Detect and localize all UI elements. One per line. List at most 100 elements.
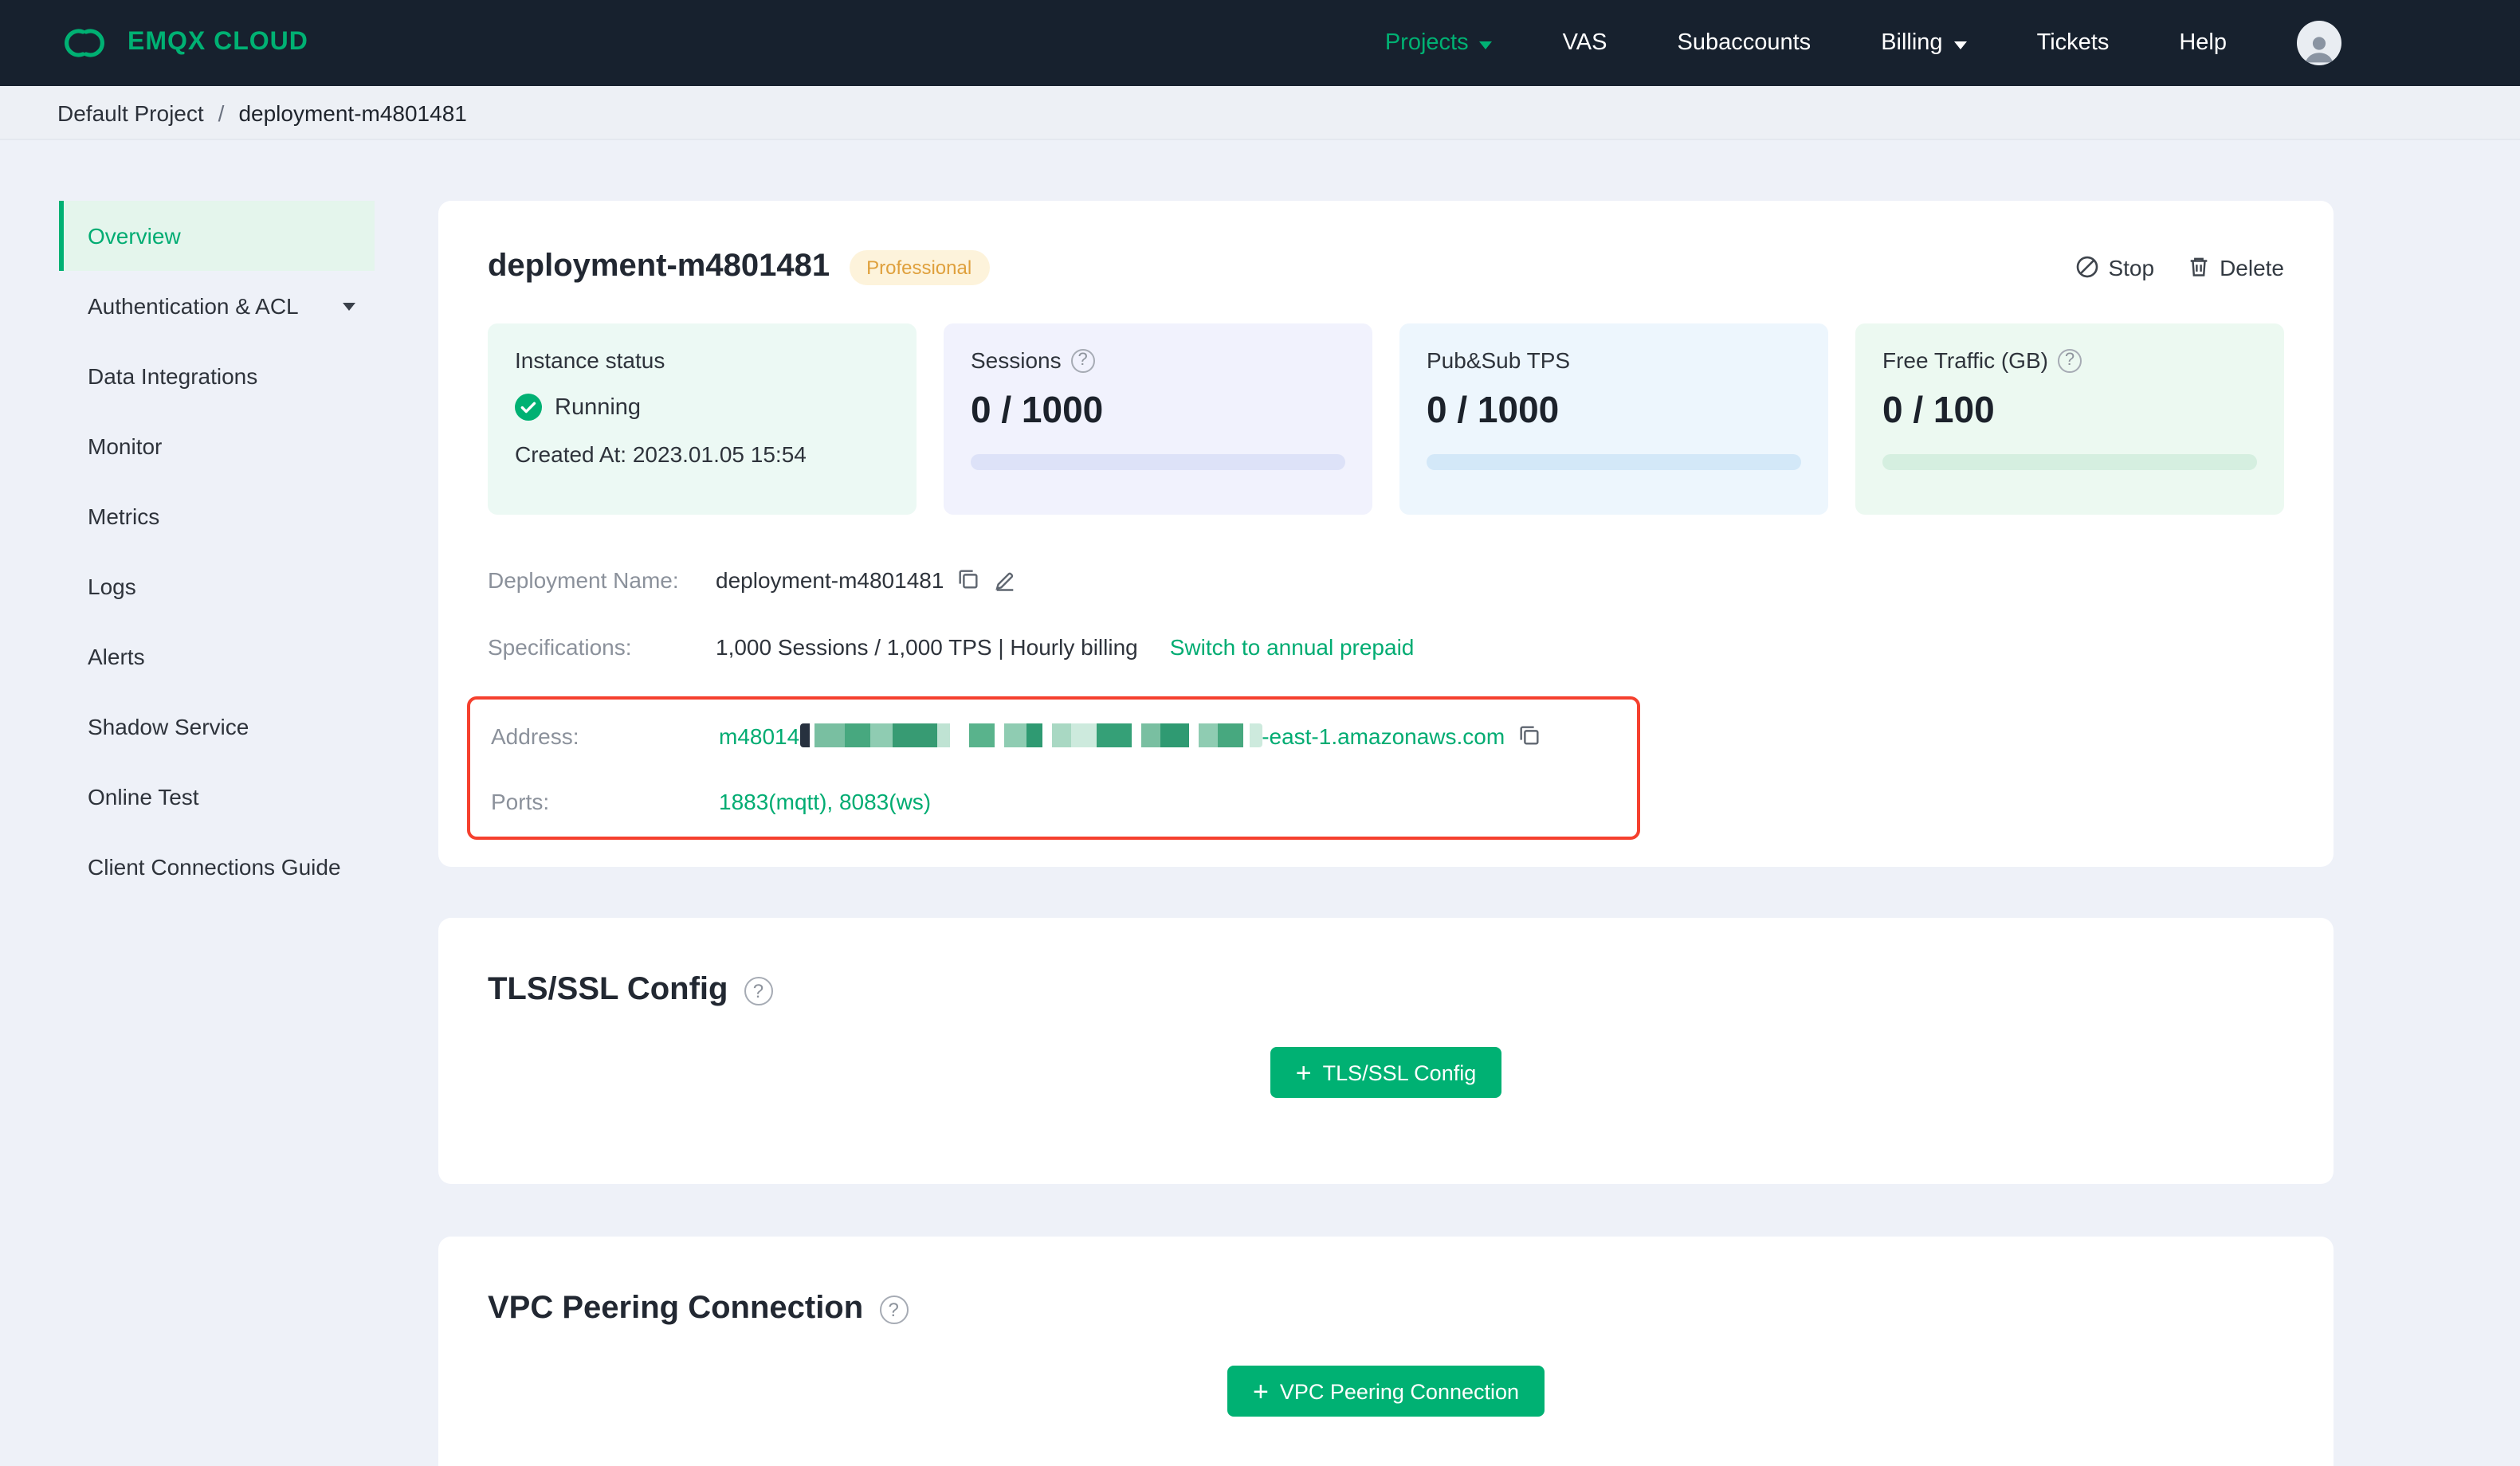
main-content: deployment-m4801481 Professional Stop De… — [438, 201, 2334, 1466]
emqx-cloud-console: EMQX CLOUD Projects VAS Subaccounts Bill… — [0, 0, 2520, 1466]
chevron-down-icon — [1479, 41, 1493, 49]
stat-label: Pub&Sub TPS — [1427, 347, 1571, 373]
nav-item-label: Tickets — [2036, 30, 2110, 56]
stat-card-instance-status: Instance status Running Created At: 2023… — [488, 323, 917, 515]
specifications-value: 1,000 Sessions / 1,000 TPS | Hourly bill… — [716, 633, 1138, 659]
plus-icon — [1253, 1378, 1269, 1405]
stop-button[interactable]: Stop — [2074, 254, 2154, 280]
sidebar-item-logs[interactable]: Logs — [59, 551, 375, 621]
redacted-address-pixels — [799, 723, 1262, 747]
sidebar-item-label: Monitor — [88, 433, 163, 459]
deployment-name-label: Deployment Name: — [488, 566, 679, 592]
nav-item-subaccounts[interactable]: Subaccounts — [1678, 30, 1811, 56]
stat-label: Instance status — [515, 347, 665, 373]
sidebar-item-label: Metrics — [88, 504, 160, 529]
sidebar-item-metrics[interactable]: Metrics — [59, 481, 375, 551]
stat-label: Sessions — [971, 347, 1062, 373]
emqx-logo-icon — [57, 24, 112, 62]
navbar-menu: Projects VAS Subaccounts Billing Tickets… — [1385, 21, 2341, 65]
stop-label: Stop — [2108, 254, 2155, 280]
sidebar-item-client-connections-guide[interactable]: Client Connections Guide — [59, 832, 375, 902]
sidebar-item-overview[interactable]: Overview — [59, 201, 375, 271]
traffic-progress-bar — [1882, 454, 2257, 470]
sidebar-item-label: Shadow Service — [88, 714, 249, 739]
sessions-value: 0 / 1000 — [971, 389, 1104, 430]
add-tls-ssl-config-button[interactable]: TLS/SSL Config — [1270, 1047, 1502, 1098]
breadcrumb-deployment: deployment-m4801481 — [238, 100, 467, 125]
breadcrumb-separator: / — [218, 100, 225, 125]
tls-ssl-title: TLS/SSL Config — [488, 972, 728, 1007]
sidebar-item-label: Logs — [88, 574, 136, 599]
brand-name: EMQX CLOUD — [128, 29, 308, 56]
sidebar-item-label: Client Connections Guide — [88, 854, 341, 880]
add-vpc-peering-button[interactable]: VPC Peering Connection — [1227, 1366, 1545, 1417]
nav-item-label: Projects — [1384, 30, 1469, 56]
deployment-header: deployment-m4801481 Professional Stop De… — [488, 249, 2284, 285]
user-avatar[interactable] — [2297, 21, 2341, 65]
brand-logo[interactable]: EMQX CLOUD — [57, 24, 308, 62]
address-row: Address: m48014 -east-1.amazonaws.com — [491, 719, 1616, 752]
address-label: Address: — [491, 723, 579, 748]
switch-annual-prepaid-link[interactable]: Switch to annual prepaid — [1170, 633, 1415, 659]
ports-label: Ports: — [491, 788, 550, 813]
nav-item-label: VAS — [1562, 30, 1607, 56]
sessions-progress-bar — [971, 454, 1345, 470]
copy-icon[interactable] — [1517, 723, 1541, 747]
sidebar-item-label: Online Test — [88, 784, 199, 809]
delete-button[interactable]: Delete — [2186, 254, 2284, 280]
plan-badge: Professional — [849, 249, 990, 284]
nav-item-help[interactable]: Help — [2179, 30, 2227, 56]
sidebar-item-label: Authentication & ACL — [88, 293, 299, 319]
deployment-details: Deployment Name: deployment-m4801481 Spe… — [467, 562, 2284, 840]
copy-icon[interactable] — [956, 567, 980, 591]
nav-item-tickets[interactable]: Tickets — [2037, 30, 2110, 56]
help-question-icon[interactable] — [744, 976, 773, 1005]
chevron-down-icon — [343, 302, 355, 310]
vpc-peering-card: VPC Peering Connection VPC Peering Conne… — [438, 1237, 2334, 1466]
nav-item-vas[interactable]: VAS — [1563, 30, 1607, 56]
nav-item-label: Subaccounts — [1677, 30, 1811, 56]
help-question-icon[interactable] — [2057, 348, 2082, 372]
content-layout: Overview Authentication & ACL Data Integ… — [0, 140, 2520, 1466]
sidebar-item-monitor[interactable]: Monitor — [59, 411, 375, 481]
highlight-annotation-box: Address: m48014 -east-1.amazonaws.com Po… — [467, 696, 1640, 840]
address-suffix: -east-1.amazonaws.com — [1262, 723, 1505, 748]
nav-item-label: Billing — [1881, 30, 1943, 56]
breadcrumb-project[interactable]: Default Project — [57, 100, 204, 125]
stop-icon — [2074, 255, 2098, 279]
stats-row: Instance status Running Created At: 2023… — [488, 323, 2284, 515]
specifications-label: Specifications: — [488, 633, 632, 659]
delete-label: Delete — [2220, 254, 2284, 280]
sidebar-item-authentication-acl[interactable]: Authentication & ACL — [59, 271, 375, 341]
sidebar-item-alerts[interactable]: Alerts — [59, 621, 375, 692]
nav-item-projects[interactable]: Projects — [1385, 30, 1493, 56]
help-question-icon[interactable] — [879, 1295, 909, 1323]
sidebar-item-shadow-service[interactable]: Shadow Service — [59, 692, 375, 762]
vpc-peering-title: VPC Peering Connection — [488, 1291, 864, 1326]
deployment-name-row: Deployment Name: deployment-m4801481 — [488, 562, 2284, 596]
deployment-name-value: deployment-m4801481 — [716, 566, 944, 592]
sidebar-item-label: Overview — [88, 223, 181, 249]
traffic-value: 0 / 100 — [1882, 389, 1995, 430]
deployment-overview-card: deployment-m4801481 Professional Stop De… — [438, 201, 2334, 867]
button-label: VPC Peering Connection — [1279, 1379, 1520, 1403]
breadcrumb: Default Project / deployment-m4801481 — [0, 86, 2520, 140]
tls-ssl-config-card: TLS/SSL Config TLS/SSL Config — [438, 918, 2334, 1184]
created-at-text: Created At: 2023.01.05 15:54 — [515, 441, 807, 467]
plus-icon — [1296, 1059, 1312, 1086]
deployment-actions: Stop Delete — [2074, 254, 2284, 280]
stat-card-free-traffic: Free Traffic (GB) 0 / 100 — [1855, 323, 2284, 515]
nav-item-billing[interactable]: Billing — [1881, 30, 1967, 56]
person-icon — [2305, 37, 2334, 63]
sidebar-item-data-integrations[interactable]: Data Integrations — [59, 341, 375, 411]
tps-value: 0 / 1000 — [1427, 389, 1560, 430]
help-question-icon[interactable] — [1070, 348, 1095, 372]
edit-icon[interactable] — [993, 567, 1017, 591]
stat-card-pubsub-tps: Pub&Sub TPS 0 / 1000 — [1399, 323, 1828, 515]
sidebar-item-label: Alerts — [88, 644, 145, 669]
stat-card-sessions: Sessions 0 / 1000 — [944, 323, 1372, 515]
tps-progress-bar — [1427, 454, 1801, 470]
ports-value: 1883(mqtt), 8083(ws) — [719, 788, 932, 813]
sidebar-item-online-test[interactable]: Online Test — [59, 762, 375, 832]
stat-label: Free Traffic (GB) — [1882, 347, 2048, 373]
